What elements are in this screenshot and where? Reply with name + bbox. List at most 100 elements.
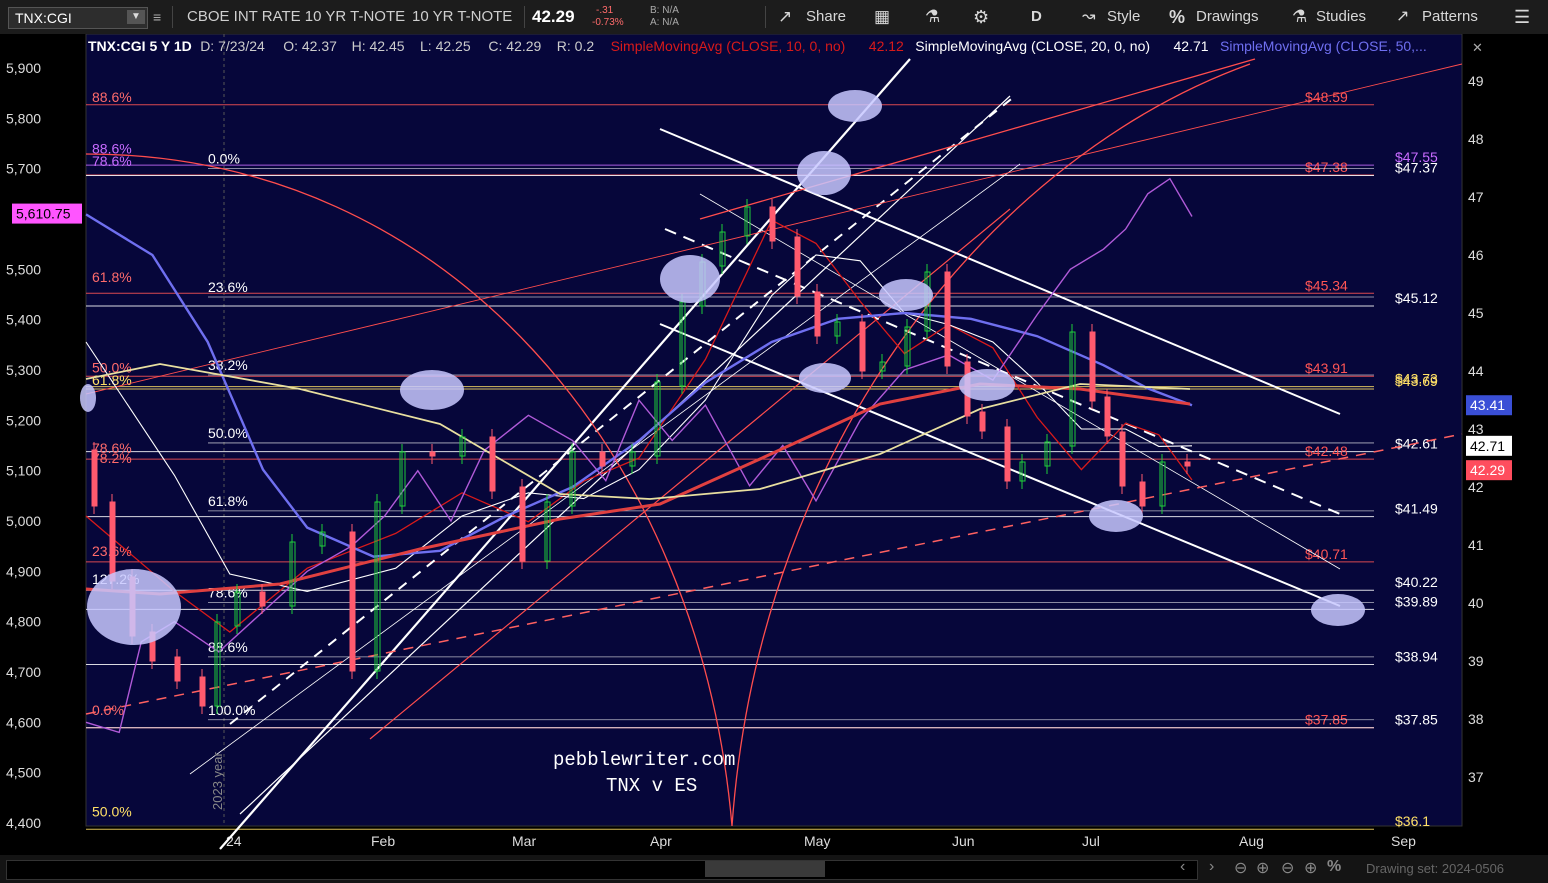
left-axis-tick: 4,700 xyxy=(6,664,41,680)
style-icon[interactable]: ↝ xyxy=(1082,0,1095,34)
legend-low: L: 42.25 xyxy=(420,38,471,54)
right-axis-tick: 41 xyxy=(1468,537,1484,553)
x-axis-tick: Sep xyxy=(1391,833,1416,849)
legend-open: O: 42.37 xyxy=(283,38,337,54)
candle-body xyxy=(1104,396,1111,437)
left-axis-tick: 4,900 xyxy=(6,563,41,579)
fib-left-label: 61.8% xyxy=(92,269,132,285)
highlight-ellipse xyxy=(797,151,851,195)
right-axis-tick: 39 xyxy=(1468,653,1484,669)
chevron-down-icon[interactable]: ▼ xyxy=(127,10,145,24)
price-level-label: $45.34 xyxy=(1305,277,1348,293)
legend-date: D: 7/23/24 xyxy=(200,38,265,54)
price-level-label: $47.37 xyxy=(1395,160,1438,176)
price-level-label: $40.22 xyxy=(1395,574,1438,590)
left-axis-tick: 5,000 xyxy=(6,513,41,529)
style-button[interactable]: Style xyxy=(1107,0,1140,34)
time-scrollbar[interactable]: ‹ › ⊖ ⊕ ⊖ ⊕ % Drawing set: 2024-0506 xyxy=(0,855,1548,883)
legend-sma20-value: 42.71 xyxy=(1174,38,1209,54)
aggregation-button[interactable]: D xyxy=(1031,0,1042,34)
right-axis-tick: 38 xyxy=(1468,711,1484,727)
candle-body xyxy=(1004,426,1011,482)
symbol-text: TNX:CGI xyxy=(15,10,72,26)
price-level-label: $37.85 xyxy=(1395,712,1438,728)
ask-value: A: N/A xyxy=(650,17,679,28)
patterns-icon[interactable]: ↗ xyxy=(1396,0,1409,34)
share-button[interactable]: Share xyxy=(806,0,846,34)
symbol-short-name: 10 YR T-NOTE xyxy=(412,8,513,25)
candle-body xyxy=(174,656,181,682)
drawings-icon[interactable]: % xyxy=(1169,0,1185,34)
right-axis-tick: 37 xyxy=(1468,769,1484,785)
legend-sma20: SimpleMovingAvg (CLOSE, 20, 0, no) xyxy=(915,38,1150,54)
fib-mid-label: 23.6% xyxy=(208,279,248,295)
watermark-subtitle: TNX v ES xyxy=(606,775,697,797)
right-axis-badge-text: 42.29 xyxy=(1470,462,1505,478)
price-level-label: $36.1 xyxy=(1395,813,1430,829)
scroll-left-icon[interactable]: ‹ xyxy=(1180,858,1185,876)
last-price: 42.29 xyxy=(532,7,575,26)
year-note: 2023 year xyxy=(210,752,225,810)
zoom-in-alt-icon[interactable]: ⊕ xyxy=(1304,858,1317,878)
right-axis-tick: 40 xyxy=(1468,595,1484,611)
price-level-label: $43.91 xyxy=(1305,360,1348,376)
right-axis-tick: 46 xyxy=(1468,247,1484,263)
legend-title: TNX:CGI 5 Y 1D xyxy=(88,38,192,54)
candle-body xyxy=(429,451,436,457)
fib-mid-label: 0.0% xyxy=(208,151,240,167)
zoom-in-icon[interactable]: ⊕ xyxy=(1256,858,1269,878)
settings-sliders-icon[interactable]: ≡ xyxy=(153,0,161,34)
candle-body xyxy=(1119,431,1126,487)
symbol-selector[interactable]: TNX:CGI ▼ xyxy=(8,7,148,29)
price-level-label: $45.12 xyxy=(1395,290,1438,306)
candle-body xyxy=(814,291,821,337)
x-axis-tick: Jun xyxy=(952,833,975,849)
left-axis-tick: 5,900 xyxy=(6,60,41,76)
left-axis-tick: 4,600 xyxy=(6,714,41,730)
scroll-thumb[interactable] xyxy=(705,861,825,877)
candle-body xyxy=(109,501,116,582)
left-axis-tick: 5,400 xyxy=(6,312,41,328)
scroll-right-icon[interactable]: › xyxy=(1209,858,1214,876)
candle-body xyxy=(599,451,606,467)
candle-body xyxy=(199,676,206,707)
candle-body xyxy=(489,436,496,492)
zoom-out-icon[interactable]: ⊖ xyxy=(1234,858,1247,878)
studies-button[interactable]: Studies xyxy=(1316,0,1366,34)
gear-icon[interactable]: ⚙ xyxy=(973,0,989,34)
candle-body xyxy=(979,411,986,432)
chart-panel[interactable]: TNX:CGI 5 Y 1D D: 7/23/24 O: 42.37 H: 42.45… xyxy=(0,33,1548,854)
share-icon[interactable]: ↗ xyxy=(778,0,792,34)
highlight-ellipse xyxy=(959,369,1015,401)
left-axis-tick: 5,700 xyxy=(6,161,41,177)
candle-body xyxy=(1184,461,1191,467)
right-axis-tick: 43 xyxy=(1468,421,1484,437)
left-axis-tick: 4,800 xyxy=(6,614,41,630)
snapshot-icon[interactable]: ▦ xyxy=(874,0,890,34)
plot-area xyxy=(85,33,1463,827)
left-axis-tick: 4,400 xyxy=(6,815,41,831)
chart-svg[interactable]: TNX:CGI 5 Y 1D D: 7/23/24 O: 42.37 H: 42.45… xyxy=(0,33,1548,854)
symbol-description: CBOE INT RATE 10 YR T-NOTE xyxy=(187,8,406,25)
price-change: -.31 xyxy=(596,5,614,16)
candle-body xyxy=(91,449,98,507)
legend-high: H: 42.45 xyxy=(352,38,405,54)
legend-close: C: 42.29 xyxy=(488,38,541,54)
zoom-out-alt-icon[interactable]: ⊖ xyxy=(1281,858,1294,878)
percent-icon[interactable]: % xyxy=(1327,858,1341,876)
divider xyxy=(524,6,525,28)
studies-icon[interactable]: ⚗ xyxy=(1292,0,1307,34)
scroll-track[interactable] xyxy=(6,860,1198,880)
drawings-button[interactable]: Drawings xyxy=(1196,0,1259,34)
menu-icon[interactable]: ☰ xyxy=(1514,0,1530,34)
right-axis-tick: 42 xyxy=(1468,479,1484,495)
candle-body xyxy=(519,486,526,562)
legend-range: R: 0.2 xyxy=(557,38,595,54)
flask-icon[interactable]: ⚗ xyxy=(925,0,940,34)
left-axis-tick: 5,200 xyxy=(6,412,41,428)
patterns-button[interactable]: Patterns xyxy=(1422,0,1478,34)
fib-left-label: 50.0% xyxy=(92,803,132,819)
fib-left-label: 88.6% xyxy=(92,89,132,105)
legend-sma50: SimpleMovingAvg (CLOSE, 50,... xyxy=(1220,38,1427,54)
x-axis-tick: Feb xyxy=(371,833,395,849)
